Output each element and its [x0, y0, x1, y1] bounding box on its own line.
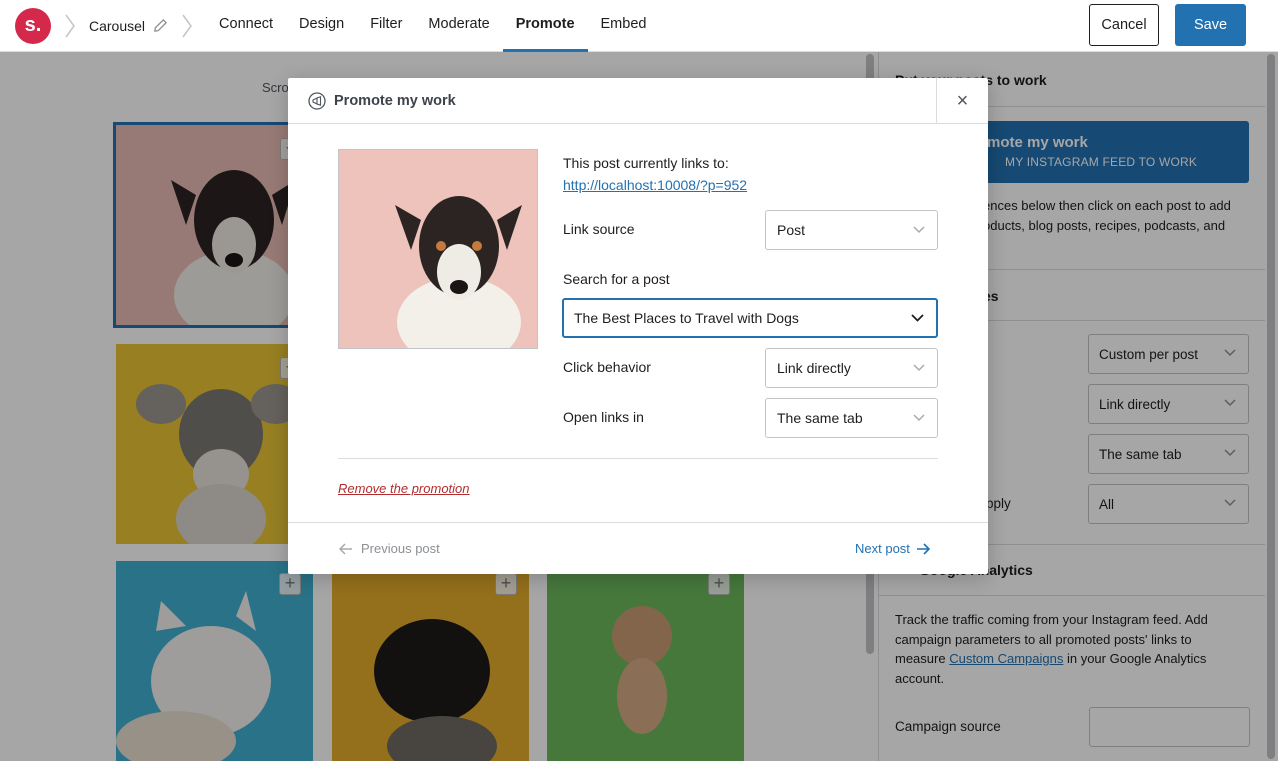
tab-connect[interactable]: Connect [206, 0, 286, 52]
select-value: The Best Places to Travel with Dogs [574, 310, 799, 326]
select-value: Link directly [777, 360, 851, 376]
open-links-label: Open links in [563, 409, 644, 425]
megaphone-icon [308, 92, 326, 110]
chevron-down-icon [913, 414, 925, 422]
search-post-select[interactable]: The Best Places to Travel with Dogs [562, 298, 938, 338]
breadcrumb-separator-icon [65, 14, 75, 37]
next-post-button[interactable]: Next post [855, 541, 930, 556]
modal-title: Promote my work [334, 93, 456, 109]
link-source-select[interactable]: Post [765, 210, 938, 250]
chevron-down-icon [913, 226, 925, 234]
search-post-label: Search for a post [563, 271, 670, 287]
tab-moderate[interactable]: Moderate [415, 0, 502, 52]
chevron-down-icon [911, 314, 924, 322]
breadcrumb: Carousel [89, 18, 168, 34]
tab-embed[interactable]: Embed [588, 0, 660, 52]
arrow-right-icon [916, 542, 930, 555]
tab-design[interactable]: Design [286, 0, 357, 52]
chevron-down-icon [913, 364, 925, 372]
remove-promotion-link[interactable]: Remove the promotion [338, 481, 470, 496]
divider [338, 458, 938, 459]
previous-post-label: Previous post [361, 541, 440, 556]
promote-modal: Promote my work × This post currently li… [288, 78, 988, 574]
current-link[interactable]: http://localhost:10008/?p=952 [563, 177, 747, 193]
cancel-button[interactable]: Cancel [1089, 4, 1159, 46]
tab-promote[interactable]: Promote [502, 0, 588, 52]
tab-filter[interactable]: Filter [357, 0, 415, 52]
breadcrumb-separator-icon [182, 14, 192, 37]
select-value: The same tab [777, 410, 863, 426]
click-behavior-select[interactable]: Link directly [765, 348, 938, 388]
select-value: Post [777, 222, 806, 238]
feed-name[interactable]: Carousel [89, 18, 145, 34]
previous-post-button[interactable]: Previous post [339, 541, 440, 556]
close-button[interactable]: × [936, 78, 988, 124]
dog-photo [339, 150, 537, 348]
top-bar: s. Carousel Connect Design Filter Modera… [0, 0, 1278, 52]
link-source-label: Link source [563, 221, 635, 237]
post-thumbnail [338, 149, 538, 349]
app-logo[interactable]: s. [15, 7, 51, 44]
current-link-label: This post currently links to: [563, 155, 729, 171]
modal-header: Promote my work × [288, 78, 988, 124]
arrow-left-icon [339, 542, 352, 555]
save-button[interactable]: Save [1175, 4, 1246, 46]
edit-name-icon[interactable] [153, 18, 168, 33]
modal-footer: Previous post Next post [288, 522, 988, 574]
editor-tabs: Connect Design Filter Moderate Promote E… [206, 0, 659, 52]
click-behavior-label: Click behavior [563, 359, 651, 375]
open-links-select[interactable]: The same tab [765, 398, 938, 438]
next-post-label: Next post [855, 541, 910, 556]
close-icon: × [956, 89, 969, 112]
